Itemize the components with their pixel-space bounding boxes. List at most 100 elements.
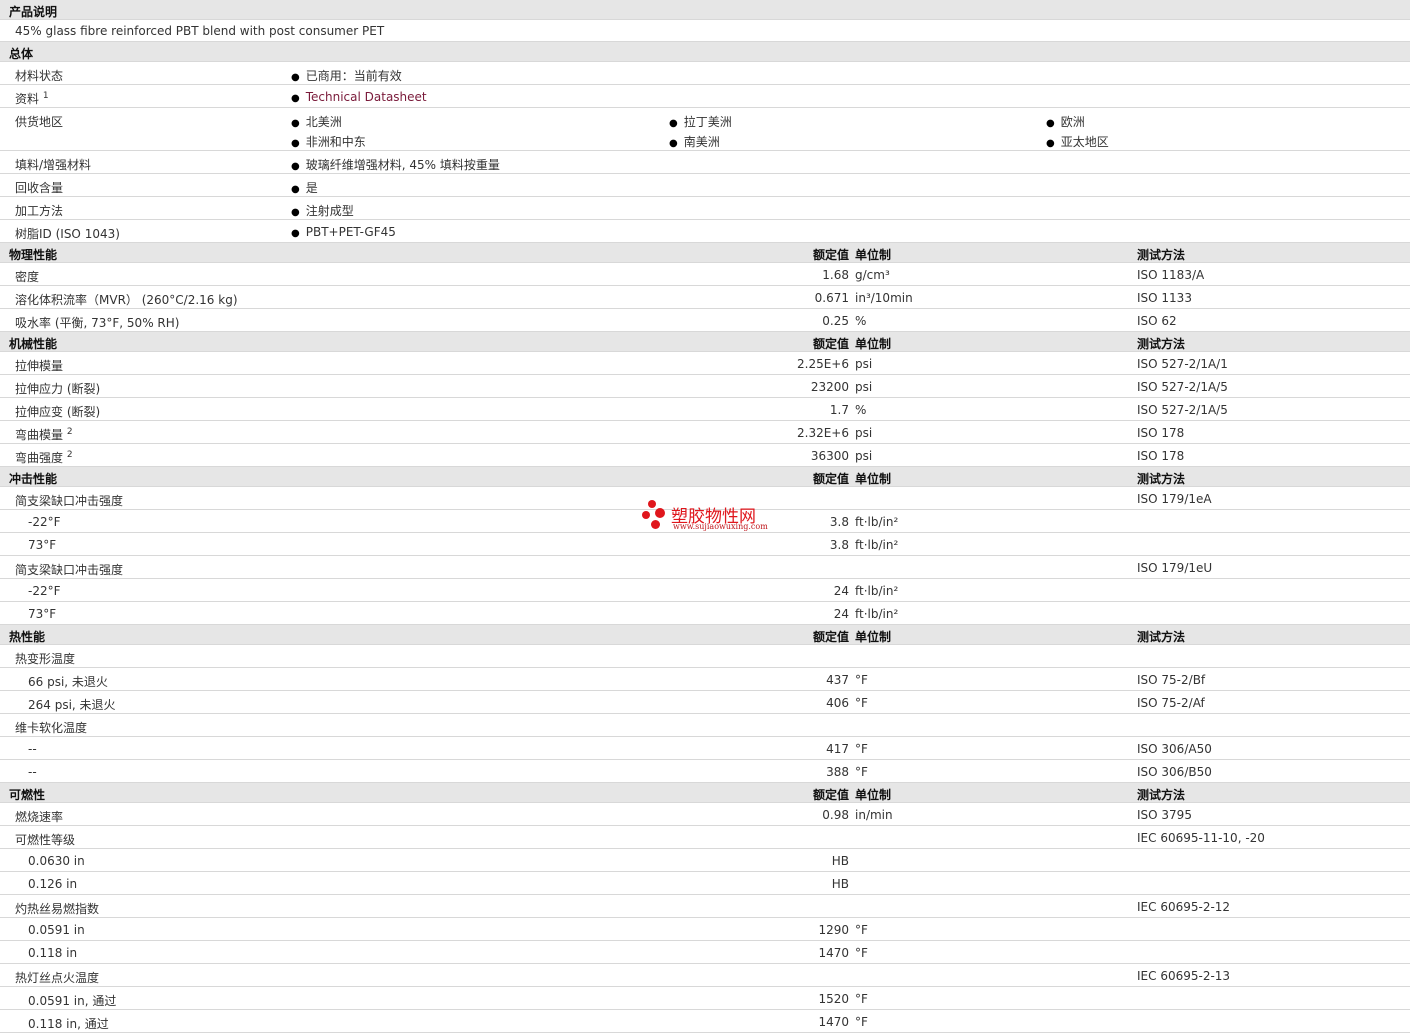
row-label: 回收含量	[15, 181, 64, 195]
technical-datasheet-link[interactable]: Technical Datasheet	[306, 90, 427, 104]
property-unit: psi	[855, 380, 873, 394]
property-unit: °F	[855, 1015, 868, 1029]
property-row: 拉伸应力 (断裂) 23200 psi ISO 527-2/1A/5	[0, 375, 1410, 398]
header-nominal: 额定值	[812, 337, 849, 351]
property-label: 拉伸应力 (断裂)	[15, 382, 101, 396]
property-subrow: -22°F 24 ft·lb/in²	[0, 579, 1410, 602]
molecule-icon	[642, 498, 670, 530]
condition-label: --	[28, 742, 37, 756]
row-label: 供货地区	[15, 115, 64, 129]
header-nominal: 额定值	[812, 630, 849, 644]
property-method: ISO 62	[1137, 314, 1177, 328]
property-value: 1.68	[822, 268, 849, 282]
property-unit: in/min	[855, 808, 893, 822]
general-row-docs: 资料 1 Technical Datasheet	[0, 85, 1410, 108]
header-unit: 单位制	[855, 788, 892, 802]
property-method: ISO 527-2/1A/5	[1137, 403, 1228, 417]
property-value: 406	[826, 696, 849, 710]
property-method: ISO 527-2/1A/1	[1137, 357, 1228, 371]
property-unit: psi	[855, 426, 873, 440]
property-group-row: 灼热丝易燃指数 IEC 60695-2-12	[0, 895, 1410, 918]
property-group-row: 可燃性等级 IEC 60695-11-10, -20	[0, 826, 1410, 849]
header-nominal: 额定值	[812, 472, 849, 486]
header-unit: 单位制	[855, 630, 892, 644]
row-label-text: 资料	[15, 92, 40, 106]
region-item: 亚太地区	[1046, 133, 1109, 150]
row-value: 注射成型	[291, 202, 354, 219]
property-value: 1470	[818, 1015, 849, 1029]
description-row: 45% glass fibre reinforced PBT blend wit…	[0, 20, 1410, 42]
header-nominal: 额定值	[812, 788, 849, 802]
header-unit: 单位制	[855, 472, 892, 486]
property-row: 弯曲模量 2 2.32E+6 psi ISO 178	[0, 421, 1410, 444]
row-label: 加工方法	[15, 204, 64, 218]
property-label-text: 弯曲强度	[15, 451, 64, 465]
section-header-description: 产品说明	[0, 0, 1410, 20]
property-label: 热变形温度	[15, 652, 76, 666]
region-item: 欧洲	[1046, 113, 1085, 130]
property-subrow: -- 417 °F ISO 306/A50	[0, 737, 1410, 760]
row-value: 玻璃纤维增强材料, 45% 填料按重量	[291, 156, 500, 173]
property-unit: g/cm³	[855, 268, 890, 282]
section-header-flammability: 可燃性 额定值 单位制 测试方法	[0, 783, 1410, 803]
condition-label: 0.118 in	[28, 946, 78, 960]
row-value: PBT+PET-GF45	[291, 225, 396, 239]
property-group-row: 维卡软化温度	[0, 714, 1410, 737]
property-method: ISO 178	[1137, 449, 1185, 463]
property-method: ISO 75-2/Bf	[1137, 673, 1206, 687]
property-label: 拉伸模量	[15, 359, 64, 373]
property-row: 燃烧速率 0.98 in/min ISO 3795	[0, 803, 1410, 826]
property-method: IEC 60695-2-13	[1137, 969, 1231, 983]
property-method: ISO 306/A50	[1137, 742, 1212, 756]
section-title: 物理性能	[9, 248, 58, 262]
property-label: 弯曲模量 2	[15, 426, 73, 443]
section-title: 机械性能	[9, 337, 58, 351]
general-row-regions: 供货地区 北美洲 拉丁美洲 欧洲 非洲和中东 南美洲 亚太地区	[0, 108, 1410, 151]
property-unit: %	[855, 403, 867, 417]
property-row: 吸水率 (平衡, 73°F, 50% RH) 0.25 % ISO 62	[0, 309, 1410, 332]
section-title: 总体	[9, 47, 34, 61]
property-method: ISO 3795	[1137, 808, 1192, 822]
property-value: 23200	[810, 380, 849, 394]
property-subrow: 73°F 24 ft·lb/in²	[0, 602, 1410, 625]
property-value: 24	[833, 607, 849, 621]
condition-label: --	[28, 765, 37, 779]
header-unit: 单位制	[855, 248, 892, 262]
property-method: ISO 527-2/1A/5	[1137, 380, 1228, 394]
property-label: 维卡软化温度	[15, 721, 88, 735]
property-value: 0.98	[822, 808, 849, 822]
property-label: 灼热丝易燃指数	[15, 902, 100, 916]
property-label: 溶化体积流率（MVR） (260°C/2.16 kg)	[15, 293, 238, 307]
property-value: 417	[826, 742, 849, 756]
property-label: 简支梁缺口冲击强度	[15, 494, 124, 508]
property-value: 2.25E+6	[797, 357, 849, 371]
description-text: 45% glass fibre reinforced PBT blend wit…	[15, 24, 385, 38]
property-value: HB	[831, 854, 849, 868]
property-method: ISO 179/1eU	[1137, 561, 1213, 575]
property-label: 可燃性等级	[15, 833, 76, 847]
general-row-processing: 加工方法 注射成型	[0, 197, 1410, 220]
property-unit: °F	[855, 946, 868, 960]
property-unit: ft·lb/in²	[855, 538, 899, 552]
section-title: 冲击性能	[9, 472, 58, 486]
section-header-general: 总体	[0, 42, 1410, 62]
section-title: 可燃性	[9, 788, 46, 802]
property-value: HB	[831, 877, 849, 891]
property-row: 拉伸模量 2.25E+6 psi ISO 527-2/1A/1	[0, 352, 1410, 375]
property-label: 简支梁缺口冲击强度	[15, 563, 124, 577]
row-label: 填料/增强材料	[15, 158, 92, 172]
footnote-ref: 2	[66, 450, 73, 460]
property-method: ISO 178	[1137, 426, 1185, 440]
condition-label: -22°F	[28, 584, 61, 598]
condition-label: 0.0591 in	[28, 923, 85, 937]
property-method: ISO 306/B50	[1137, 765, 1212, 779]
property-method: ISO 179/1eA	[1137, 492, 1212, 506]
condition-label: 66 psi, 未退火	[28, 675, 108, 689]
property-subrow: 0.0630 in HB	[0, 849, 1410, 872]
condition-label: 0.118 in, 通过	[28, 1017, 109, 1031]
region-item: 南美洲	[669, 133, 720, 150]
general-row-filler: 填料/增强材料 玻璃纤维增强材料, 45% 填料按重量	[0, 151, 1410, 174]
property-unit: °F	[855, 923, 868, 937]
property-group-row: 简支梁缺口冲击强度 ISO 179/1eU	[0, 556, 1410, 579]
footnote-ref: 2	[66, 427, 73, 437]
